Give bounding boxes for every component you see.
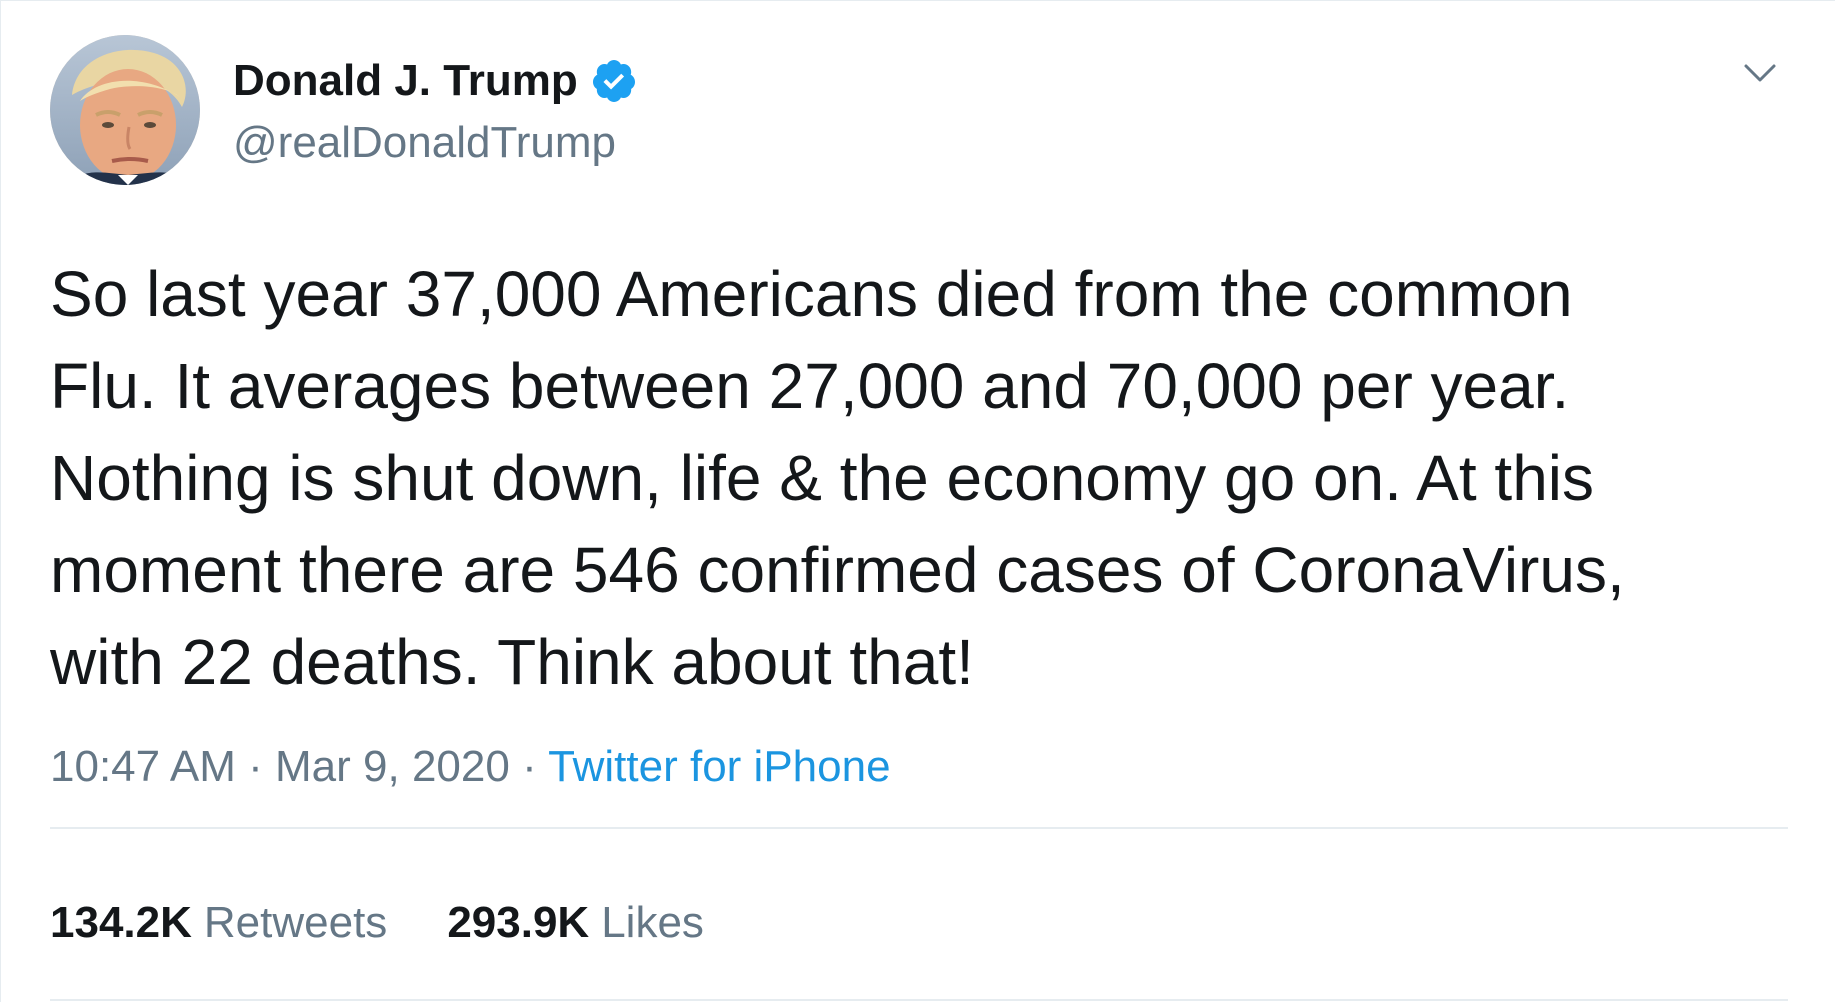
retweets-label: Retweets bbox=[203, 898, 388, 947]
tweet-line: Nothing is shut down, life & the economy… bbox=[50, 442, 1594, 514]
tweet-line: with 22 deaths. Think about that! bbox=[50, 626, 974, 698]
meta-separator: · bbox=[248, 742, 263, 791]
tweet-text: So last year 37,000 Americans died from … bbox=[50, 248, 1800, 708]
author-name-row[interactable]: Donald J. Trump bbox=[233, 50, 638, 112]
chevron-down-icon[interactable] bbox=[1740, 53, 1780, 93]
divider bbox=[50, 827, 1788, 829]
retweets-count: 134.2K bbox=[50, 898, 192, 947]
avatar-image bbox=[50, 35, 200, 185]
tweet-line: Flu. It averages between 27,000 and 70,0… bbox=[50, 350, 1570, 422]
likes-stat[interactable]: 293.9K Likes bbox=[447, 897, 704, 950]
tweet-date[interactable]: Mar 9, 2020 bbox=[275, 742, 510, 791]
avatar[interactable] bbox=[50, 35, 200, 185]
author-handle[interactable]: @realDonaldTrump bbox=[233, 117, 616, 170]
retweets-stat[interactable]: 134.2K Retweets bbox=[50, 897, 387, 950]
likes-label: Likes bbox=[601, 898, 704, 947]
tweet-time[interactable]: 10:47 AM bbox=[50, 742, 236, 791]
tweet-meta: 10:47 AM · Mar 9, 2020 · Twitter for iPh… bbox=[50, 741, 891, 794]
meta-separator: · bbox=[522, 742, 537, 791]
tweet-line: moment there are 546 confirmed cases of … bbox=[50, 534, 1625, 606]
verified-badge-icon bbox=[590, 57, 638, 105]
author-display-name[interactable]: Donald J. Trump bbox=[233, 59, 578, 103]
divider bbox=[50, 999, 1788, 1001]
tweet-stats: 134.2K Retweets 293.9K Likes bbox=[50, 897, 764, 950]
likes-count: 293.9K bbox=[447, 898, 590, 947]
tweet-card: Donald J. Trump @realDonaldTrump So last… bbox=[0, 0, 1835, 1002]
tweet-source-link[interactable]: Twitter for iPhone bbox=[548, 742, 890, 791]
tweet-line: So last year 37,000 Americans died from … bbox=[50, 258, 1573, 330]
